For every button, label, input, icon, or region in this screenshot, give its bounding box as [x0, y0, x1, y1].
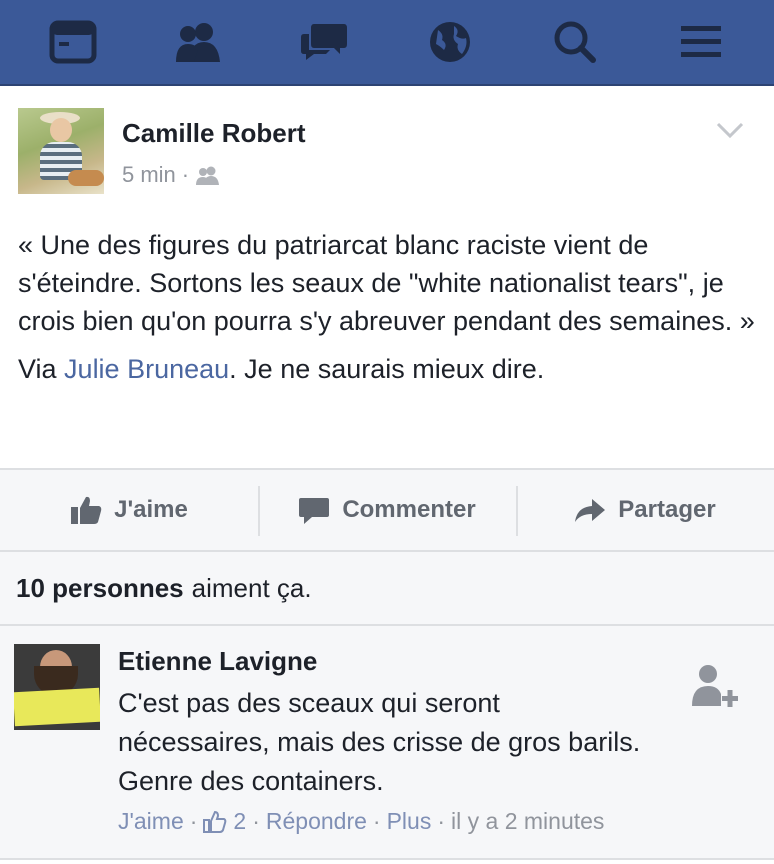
friends-audience-icon: [196, 166, 220, 185]
add-friend-icon[interactable]: [688, 662, 740, 714]
newsfeed-icon: [49, 20, 97, 64]
share-button[interactable]: Partager: [516, 470, 774, 550]
meta-separator: ·: [252, 808, 260, 834]
thumbs-up-icon: [71, 496, 102, 524]
post-author-name[interactable]: Camille Robert: [122, 118, 306, 149]
comment-button[interactable]: Commenter: [258, 470, 516, 550]
nav-menu[interactable]: [661, 12, 741, 72]
comment-meta: J'aime · 2 · Répondre · Plus · il y a 2 …: [118, 808, 604, 835]
likes-count[interactable]: 10 personnes: [16, 573, 184, 604]
comment-icon: [299, 498, 330, 524]
reply-link[interactable]: Répondre: [266, 808, 367, 835]
comment-time: il y a 2 minutes: [451, 808, 605, 834]
globe-icon: [429, 22, 470, 62]
via-link[interactable]: Julie Bruneau: [64, 354, 229, 384]
search-icon: [554, 21, 597, 63]
meta-separator: ·: [437, 808, 446, 834]
friends-icon: [176, 23, 221, 62]
post-actions-bar: J'aime Commenter Partager: [0, 468, 774, 552]
top-nav-bar: [0, 0, 774, 86]
via-suffix: . Je ne saurais mieux dire.: [229, 354, 545, 384]
messages-icon: [301, 24, 348, 60]
menu-icon: [681, 26, 722, 57]
meta-separator: ·: [181, 162, 190, 187]
nav-news-feed[interactable]: [33, 12, 113, 72]
comment-like-link[interactable]: J'aime: [118, 808, 184, 835]
more-link[interactable]: Plus: [387, 808, 432, 835]
comment-like-count[interactable]: 2: [233, 808, 246, 835]
commenter-avatar[interactable]: [14, 644, 100, 730]
chevron-down-icon[interactable]: [716, 120, 744, 140]
share-label: Partager: [618, 496, 716, 523]
nav-notifications[interactable]: [410, 12, 490, 72]
likes-summary[interactable]: 10 personnes aiment ça.: [0, 552, 774, 626]
thumbs-up-outline-icon: [203, 810, 227, 833]
share-arrow-icon: [575, 499, 606, 522]
like-label: J'aime: [114, 496, 188, 523]
post-meta: 5 min ·: [122, 162, 221, 188]
comment-text: C'est pas des sceaux qui seront nécessai…: [118, 688, 641, 796]
post-text: « Une des figures du patriarcat blanc ra…: [18, 230, 755, 336]
author-avatar[interactable]: [18, 108, 104, 194]
post-header: Camille Robert 5 min ·: [0, 88, 774, 208]
post: Camille Robert 5 min · « Une des figures…: [0, 88, 774, 398]
like-button[interactable]: J'aime: [0, 470, 258, 550]
nav-messages[interactable]: [284, 12, 364, 72]
post-via-line: Via Julie Bruneau. Je ne saurais mieux d…: [18, 350, 756, 388]
meta-separator: ·: [189, 808, 198, 834]
nav-search[interactable]: [535, 12, 615, 72]
post-time[interactable]: 5 min: [122, 162, 176, 188]
meta-separator: ·: [372, 808, 381, 834]
comment: Etienne Lavigne C'est pas des sceaux qui…: [0, 626, 774, 860]
likes-suffix: aiment ça.: [191, 572, 312, 603]
comment-label: Commenter: [342, 496, 476, 523]
nav-friends[interactable]: [158, 12, 238, 72]
via-prefix: Via: [18, 354, 65, 384]
commenter-name[interactable]: Etienne Lavigne: [118, 646, 317, 677]
post-body: « Une des figures du patriarcat blanc ra…: [0, 208, 774, 388]
